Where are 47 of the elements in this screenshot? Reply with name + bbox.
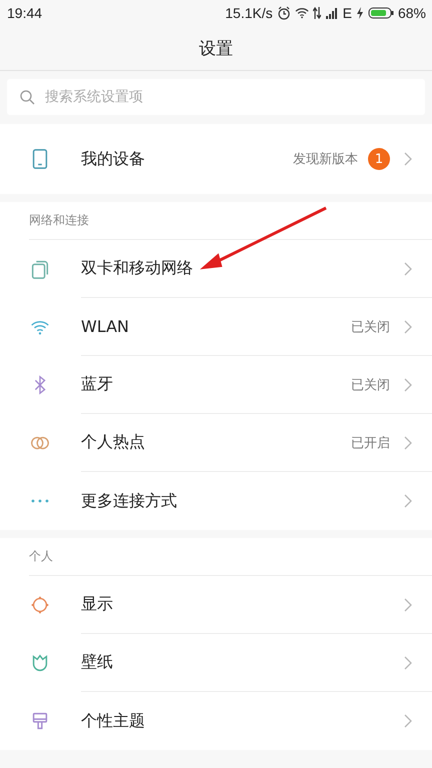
settings-row[interactable]: 更多连接方式 [0,472,432,530]
settings-row[interactable]: 显示 [0,576,432,634]
settings-row[interactable]: 个性主题 [0,692,432,750]
row-label: WLAN [81,317,130,336]
status-text: 已关闭 [351,376,390,394]
network-type: E [342,5,352,21]
dots-icon [29,499,51,503]
chevron-icon [404,494,412,508]
chevron-icon [404,152,412,166]
wifi-icon [294,6,309,20]
alarm-icon [276,6,291,20]
row-label: 个性主题 [81,710,145,732]
cards-icon [29,258,51,280]
update-badge: 1 [368,148,390,170]
battery-percent: 68% [398,5,426,21]
signal-icon [324,6,339,20]
status-text: 发现新版本 [293,151,358,168]
network-speed: 15.1K/s [225,5,273,21]
row-label: 个人热点 [81,432,145,453]
settings-row[interactable]: 个人热点 已开启 [0,414,432,472]
status-text: 已开启 [351,434,390,452]
status-text: 已关闭 [351,318,390,336]
row-label: 显示 [81,594,113,615]
chevron-icon [404,656,412,670]
chevron-icon [404,320,412,334]
search-field[interactable]: 搜索系统设置项 [7,79,425,115]
chevron-icon [404,598,412,612]
row-label: 壁纸 [81,652,113,673]
settings-row[interactable]: 壁纸 [0,634,432,692]
chevron-icon [404,436,412,450]
settings-row[interactable]: 蓝牙 已关闭 [0,356,432,414]
chevron-icon [404,714,412,728]
clock-time: 19:44 [7,5,42,21]
row-label: 蓝牙 [81,374,113,395]
chevron-icon [404,262,412,276]
settings-row[interactable]: 我的设备 发现新版本 1 [0,124,432,194]
section-header: 个人 [29,548,53,565]
data-arrows-icon [312,6,321,20]
row-label: 我的设备 [81,148,145,170]
sun-icon [29,594,51,616]
battery-icon [368,7,394,19]
settings-row[interactable]: WLAN 已关闭 [0,298,432,356]
page-title: 设置 [199,38,233,60]
row-label: 双卡和移动网络 [81,258,193,279]
chevron-icon [404,378,412,392]
row-label: 更多连接方式 [81,490,177,512]
section-header: 网络和连接 [29,212,89,229]
